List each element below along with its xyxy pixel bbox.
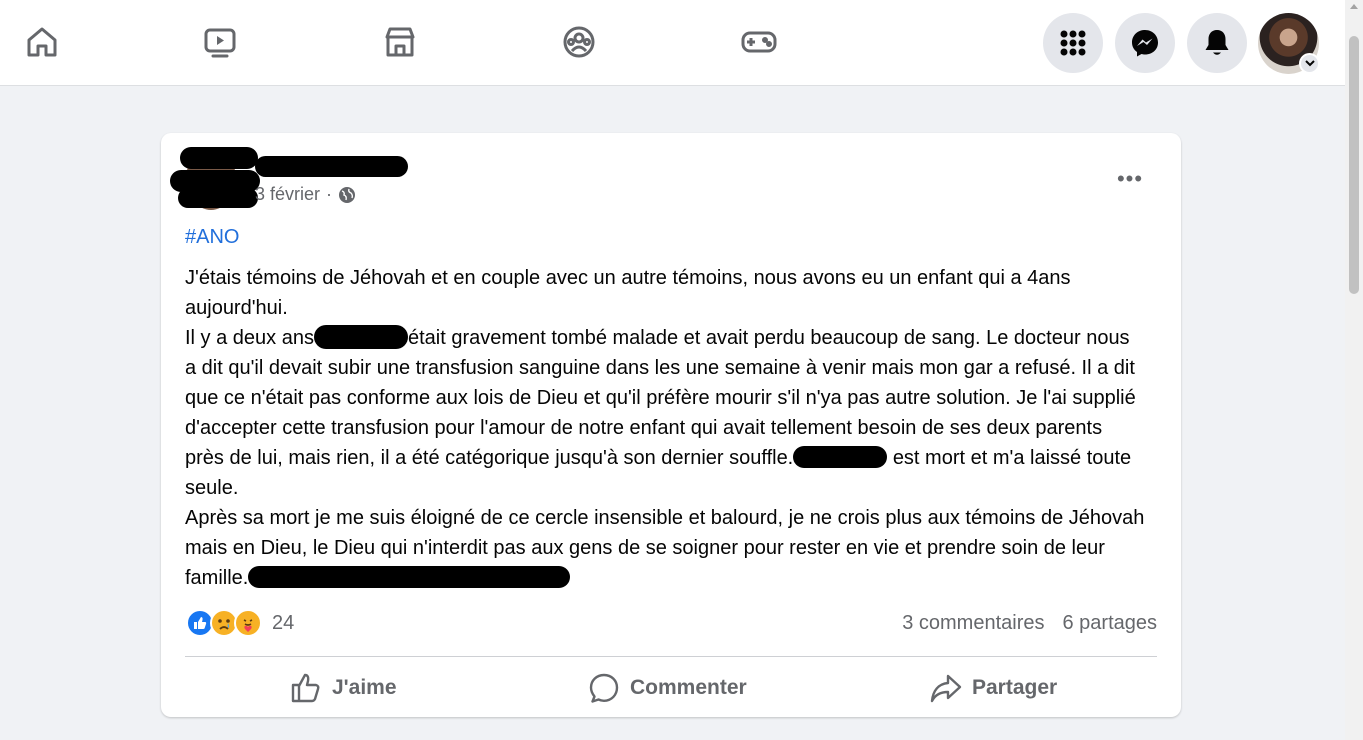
redaction-mark <box>313 325 408 349</box>
notifications-icon <box>1205 30 1229 55</box>
actions-divider <box>185 656 1157 657</box>
menu-grid-icon <box>1060 30 1086 56</box>
messenger-icon <box>1132 30 1158 57</box>
post-paragraph: Après sa mort je me suis éloigné de ce c… <box>185 507 1150 589</box>
marketplace-icon[interactable] <box>380 22 420 62</box>
redaction-mark <box>793 446 888 468</box>
globe-icon <box>339 186 356 203</box>
meta-separator: · <box>326 184 333 204</box>
share-label: Partager <box>972 676 1058 699</box>
thumbs-up-icon <box>291 673 320 703</box>
comments-count-link[interactable]: 3 commentaires <box>902 612 1044 635</box>
share-arrow-icon <box>930 674 962 703</box>
redaction-mark <box>255 156 408 177</box>
post-more-button[interactable]: ••• <box>1110 165 1150 193</box>
chevron-down-icon[interactable] <box>1299 53 1320 74</box>
shares-count-link[interactable]: 6 partages <box>1062 612 1157 635</box>
scroll-up-arrow-icon[interactable] <box>1350 4 1358 9</box>
redaction-mark <box>178 188 258 208</box>
top-navigation-bar <box>0 0 1345 86</box>
reactions-summary[interactable]: 24 <box>186 609 294 637</box>
home-icon[interactable] <box>22 22 62 62</box>
care-reaction-icon <box>234 609 262 637</box>
scroll-thumb[interactable] <box>1349 36 1359 294</box>
post-meta: 3 février · <box>255 184 356 205</box>
messenger-button[interactable] <box>1115 13 1175 73</box>
comment-button[interactable]: Commenter <box>588 666 747 710</box>
like-label: J'aime <box>332 676 397 699</box>
comment-icon <box>589 673 619 703</box>
comment-label: Commenter <box>630 676 747 699</box>
post-date[interactable]: 3 février <box>255 184 320 205</box>
post-body: J'étais témoins de Jéhovah et en couple … <box>185 263 1145 593</box>
post-paragraph: Il y a deux ans était gravement tombé mal… <box>185 325 1142 499</box>
redaction-mark <box>248 566 571 588</box>
reaction-count: 24 <box>272 611 295 634</box>
video-icon[interactable] <box>200 22 240 62</box>
groups-icon[interactable] <box>559 22 599 62</box>
share-button[interactable]: Partager <box>930 666 1057 710</box>
gaming-icon[interactable] <box>739 22 779 62</box>
page-scrollbar[interactable] <box>1345 0 1363 740</box>
notifications-button[interactable] <box>1187 13 1247 73</box>
like-button[interactable]: J'aime <box>290 666 397 710</box>
post-paragraph: J'étais témoins de Jéhovah et en couple … <box>185 267 1077 319</box>
redaction-mark <box>180 147 258 169</box>
menu-grid-button[interactable] <box>1043 13 1103 73</box>
post-stats: 3 commentaires 6 partages <box>902 612 1157 635</box>
post-hashtag[interactable]: #ANO <box>185 226 239 249</box>
